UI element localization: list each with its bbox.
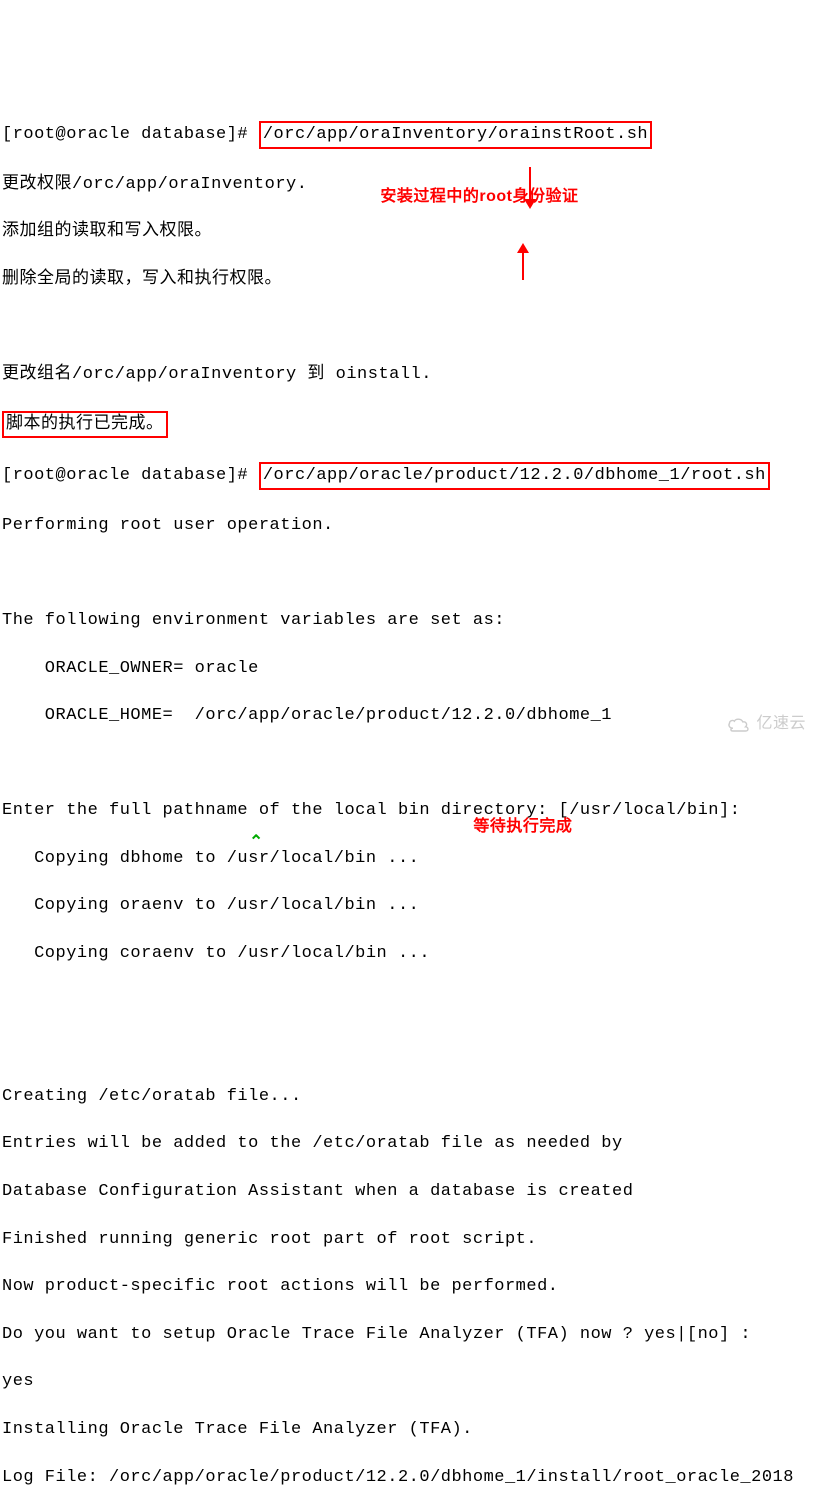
- output-line: 脚本的执行已完成。: [2, 411, 816, 439]
- output-line: 更改权限/orc/app/oraInventory.: [2, 173, 816, 197]
- output-line: Performing root user operation.: [2, 514, 816, 538]
- cloud-icon: [726, 715, 754, 733]
- blank-line: [2, 990, 816, 1014]
- command-highlight-1: /orc/app/oraInventory/orainstRoot.sh: [259, 121, 652, 149]
- output-line: The following environment variables are …: [2, 609, 816, 633]
- prompt-line-1: [root@oracle database]# /orc/app/oraInve…: [2, 121, 816, 149]
- output-line: Copying oraenv to /usr/local/bin ...: [2, 894, 816, 918]
- output-line: Copying dbhome to /usr/local/bin ...: [2, 847, 816, 871]
- cursor-marker: ⌃: [249, 832, 264, 856]
- command-highlight-2: /orc/app/oracle/product/12.2.0/dbhome_1/…: [259, 462, 770, 490]
- output-line: Entries will be added to the /etc/oratab…: [2, 1132, 816, 1156]
- output-line: yes: [2, 1370, 816, 1394]
- shell-prompt: [root@oracle database]#: [2, 466, 259, 485]
- output-line: Database Configuration Assistant when a …: [2, 1180, 816, 1204]
- blank-line: [2, 1037, 816, 1061]
- shell-prompt: [root@oracle database]#: [2, 125, 259, 144]
- blank-line: [2, 315, 816, 339]
- output-line: ORACLE_HOME= /orc/app/oracle/product/12.…: [2, 704, 816, 728]
- output-line: ORACLE_OWNER= oracle: [2, 657, 816, 681]
- output-line: Creating /etc/oratab file...: [2, 1085, 816, 1109]
- output-line: 删除全局的读取，写入和执行权限。: [2, 268, 816, 292]
- highlight-box: 脚本的执行已完成。: [2, 411, 168, 439]
- output-line: 添加组的读取和写入权限。: [2, 220, 816, 244]
- output-line: Do you want to setup Oracle Trace File A…: [2, 1323, 816, 1347]
- blank-line: [2, 561, 816, 585]
- terminal-output: [root@oracle database]# /orc/app/oraInve…: [2, 97, 816, 1490]
- prompt-line-2: [root@oracle database]# /orc/app/oracle/…: [2, 462, 816, 490]
- output-line: Finished running generic root part of ro…: [2, 1228, 816, 1252]
- watermark: 亿速云: [726, 713, 806, 735]
- output-line: Copying coraenv to /usr/local/bin ...: [2, 942, 816, 966]
- blank-line: [2, 752, 816, 776]
- output-line: Enter the full pathname of the local bin…: [2, 799, 816, 823]
- output-line: Installing Oracle Trace File Analyzer (T…: [2, 1418, 816, 1442]
- output-line: Log File: /orc/app/oracle/product/12.2.0…: [2, 1466, 816, 1490]
- output-line: Now product-specific root actions will b…: [2, 1275, 816, 1299]
- output-line: 更改组名/orc/app/oraInventory 到 oinstall.: [2, 363, 816, 387]
